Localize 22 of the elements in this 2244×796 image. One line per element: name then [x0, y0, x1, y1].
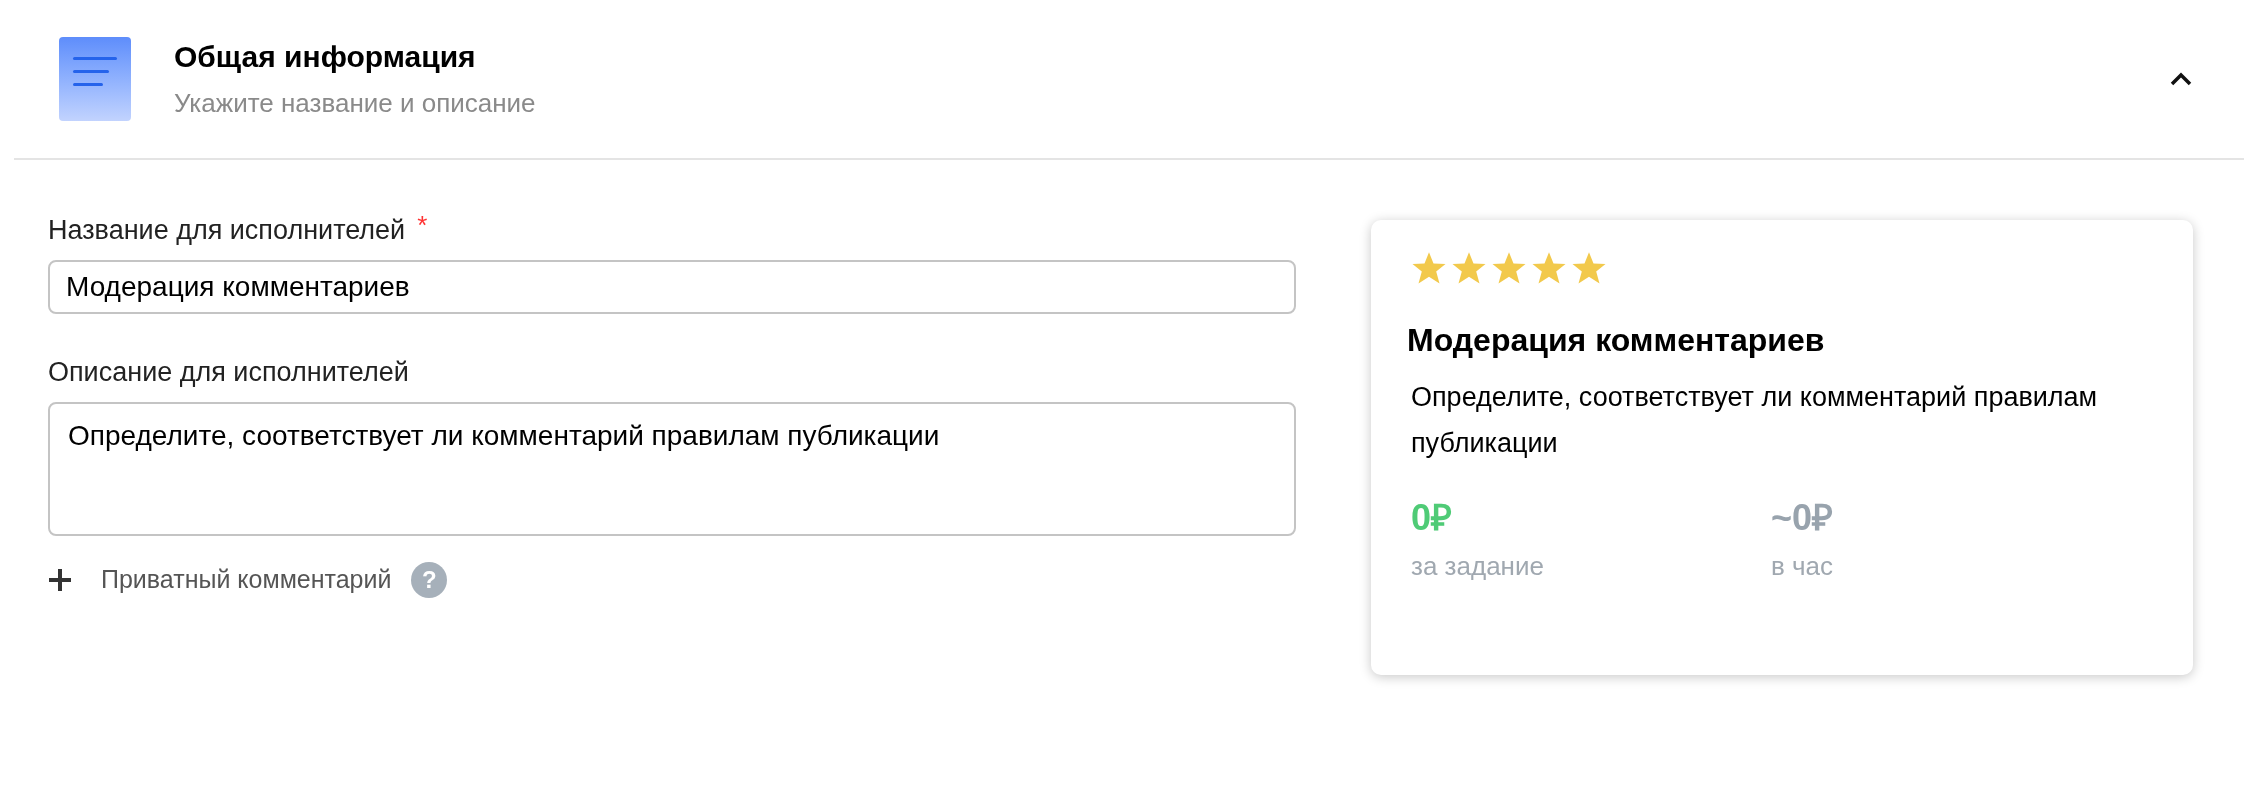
price-value: 0₽ — [1411, 496, 1453, 540]
star-icon — [1531, 250, 1567, 286]
card-title: Модерация комментариев — [1407, 321, 1825, 360]
private-comment-link[interactable]: Приватный комментарий — [101, 561, 392, 599]
section-subtitle: Укажите название и описание — [174, 87, 536, 119]
section-title: Общая информация — [174, 39, 476, 75]
price-value: ~0₽ — [1771, 496, 1834, 540]
title-input-field[interactable]: Модерация комментариев — [48, 260, 1296, 314]
star-icon — [1451, 250, 1487, 286]
field-label: Описание для исполнителей — [48, 356, 409, 389]
price-caption: в час — [1771, 550, 1834, 582]
collapse-chevron-icon[interactable] — [2170, 72, 2192, 86]
price-caption: за задание — [1411, 550, 1544, 582]
field-label: Название для исполнителей — [48, 214, 406, 247]
star-icon — [1411, 250, 1447, 286]
description-input-field[interactable]: Определите, соответствует ли комментарий правилам публикации — [48, 402, 1296, 536]
star-icon — [1491, 250, 1527, 286]
document-icon — [59, 37, 131, 121]
card-description: Определите, соответствует ли комментарий правилам публикации — [1411, 381, 2099, 460]
required-mark: * — [417, 210, 428, 240]
plus-icon[interactable] — [48, 568, 72, 592]
star-icon — [1571, 250, 1607, 286]
